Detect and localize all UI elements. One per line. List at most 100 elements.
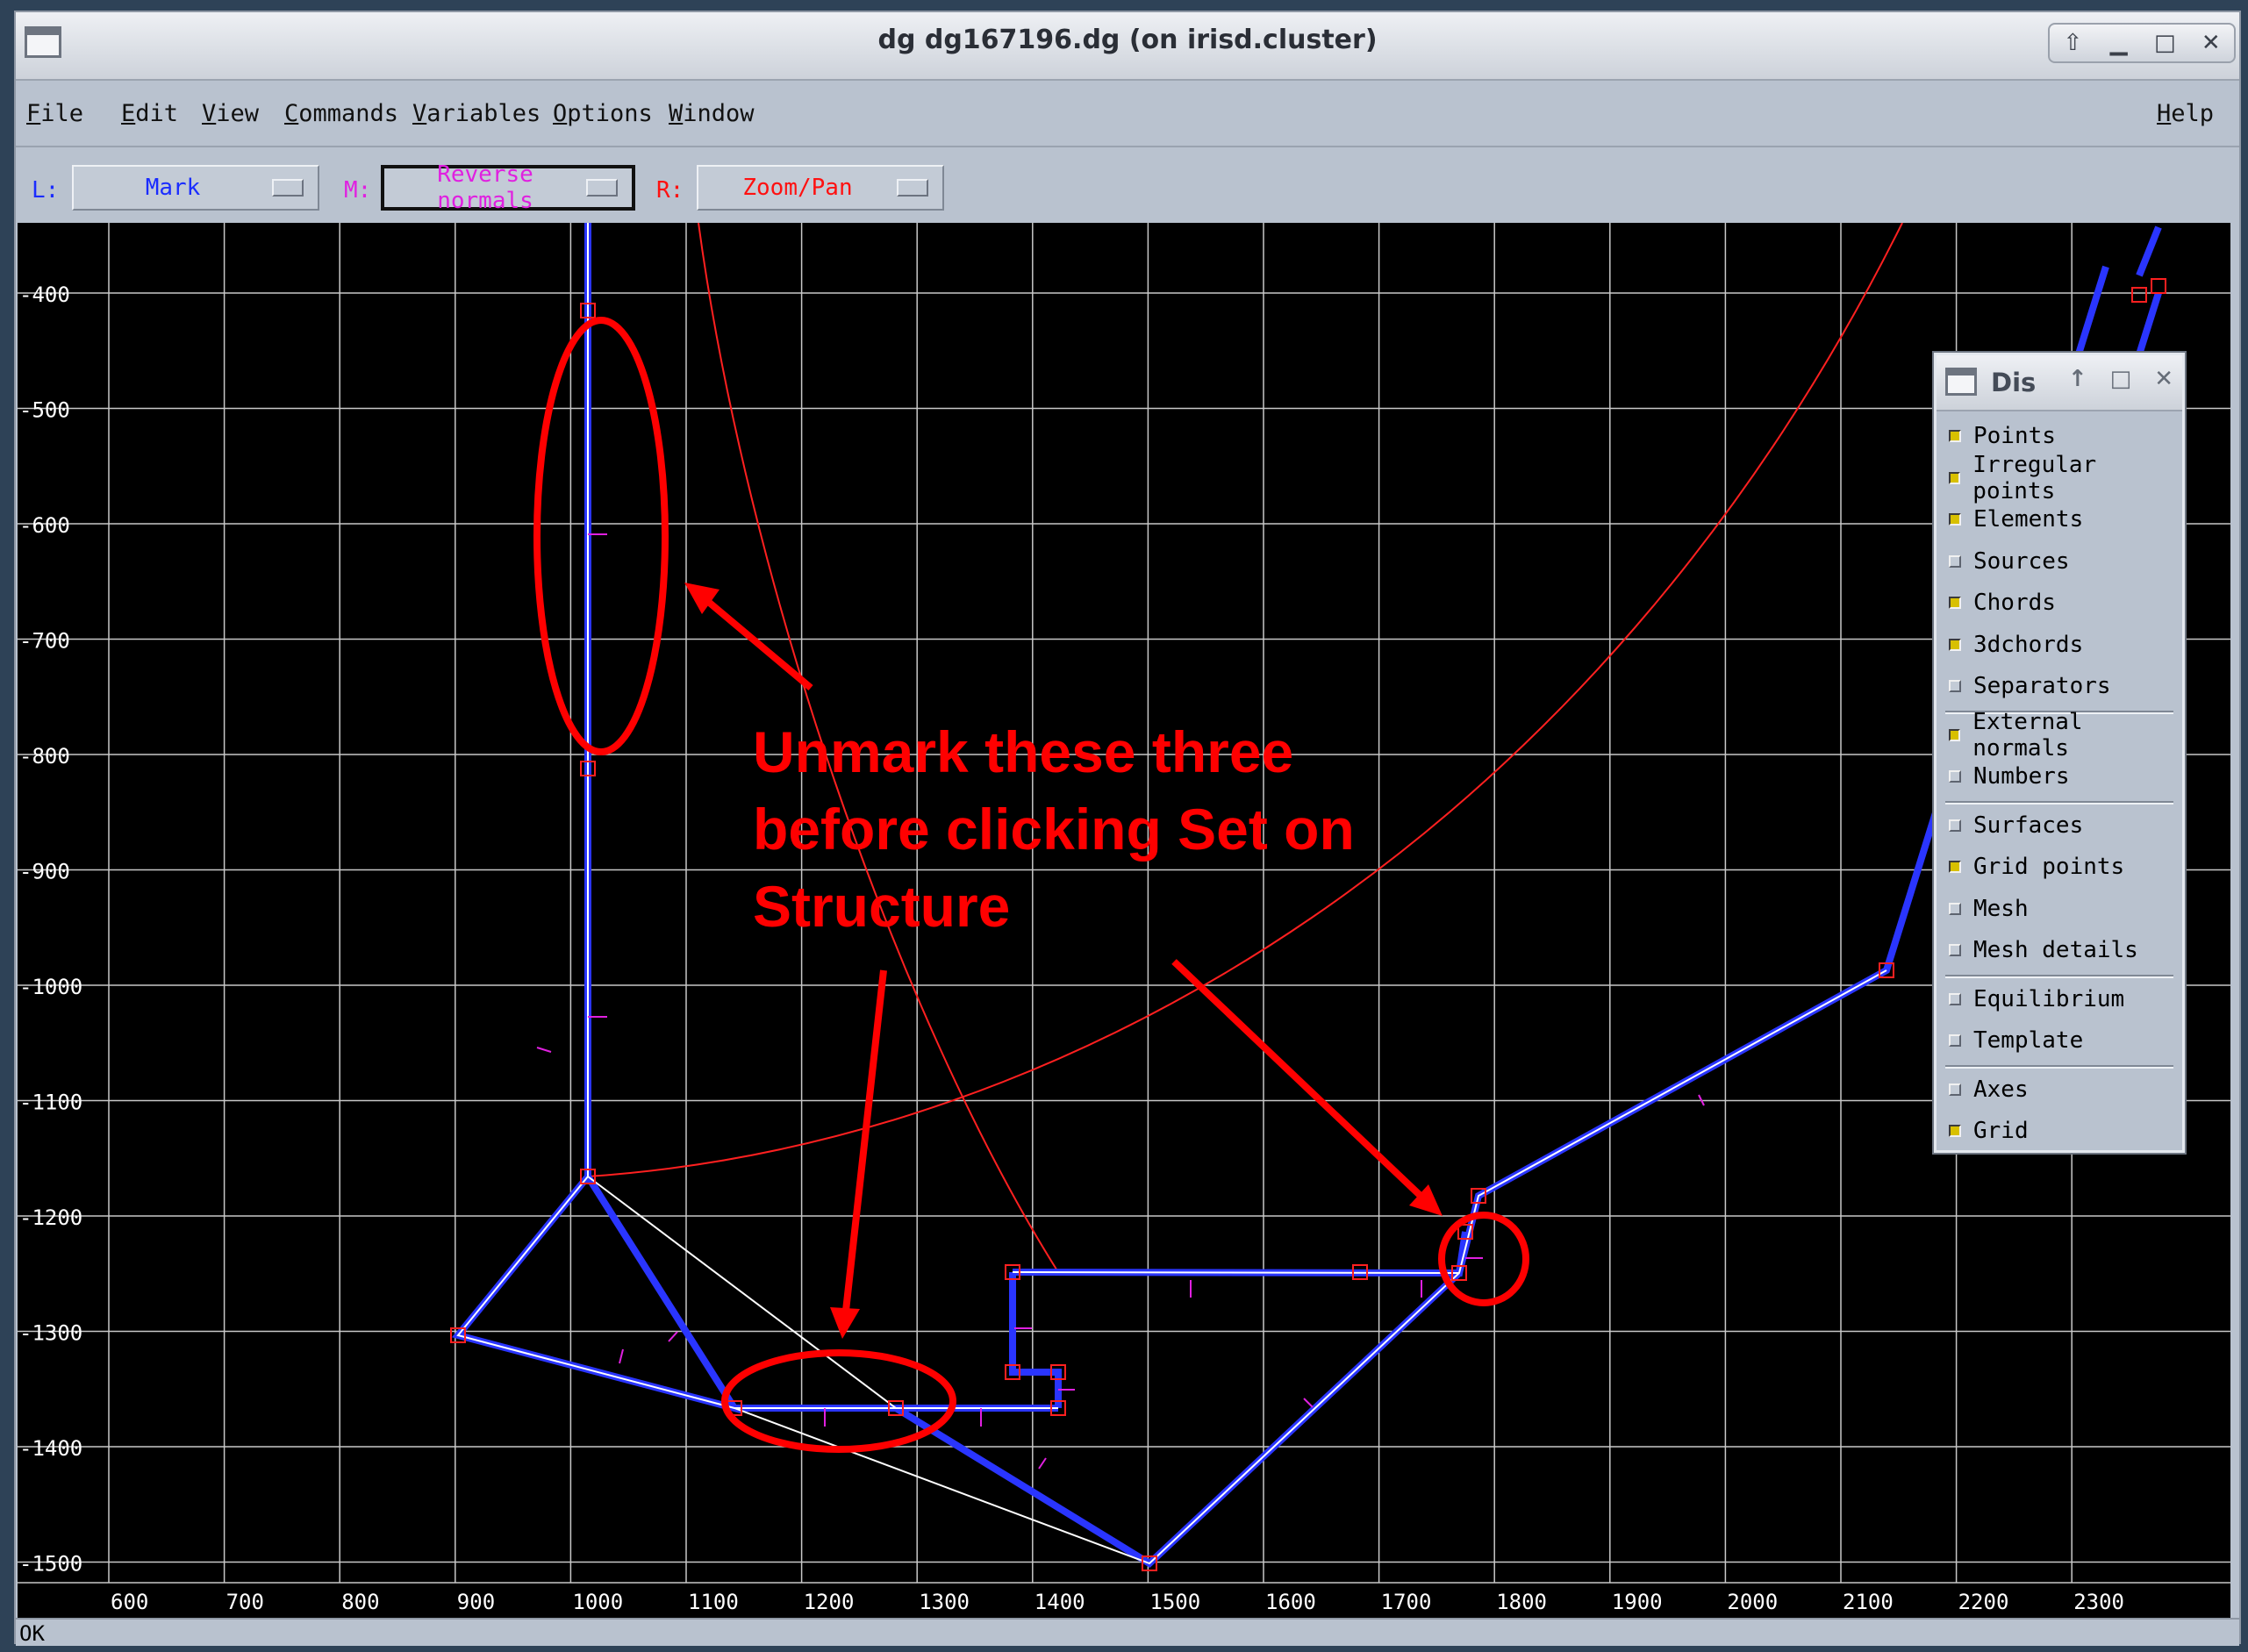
y-tick-label: -1400 xyxy=(19,1436,82,1461)
checkbox[interactable] xyxy=(1949,597,1961,609)
display-option[interactable]: Mesh details xyxy=(1949,931,2177,969)
plot-canvas[interactable]: -400 -500 -600 -700 -800 -900 -1000 -1100 -1200 -… xyxy=(18,223,2230,1625)
maximize-icon[interactable]: □ xyxy=(2110,366,2132,392)
display-option[interactable]: Chords xyxy=(1949,583,2177,622)
title-bar[interactable]: dg dg167196.dg (on irisd.cluster) ⇧ ▁ □ … xyxy=(16,12,2239,81)
display-option-label: Axes xyxy=(1973,1076,2029,1103)
menu-variables[interactable]: Variables xyxy=(412,100,541,127)
up-arrow-icon[interactable]: ↑ xyxy=(2068,366,2087,392)
left-button-mode-select[interactable]: Mark xyxy=(72,165,319,211)
checkbox[interactable] xyxy=(1949,1083,1961,1096)
x-tick-label: 900 xyxy=(457,1590,495,1614)
minimize-icon[interactable]: ▁ xyxy=(2101,30,2137,56)
close-icon[interactable]: ✕ xyxy=(2194,30,2229,56)
checkbox[interactable] xyxy=(1949,1034,1961,1047)
middle-button-mode-select[interactable]: Reverse normals xyxy=(381,161,635,214)
dropdown-icon xyxy=(897,179,928,197)
display-options-window: Dis ↑ □ ✕ Points Irregular points Elements… xyxy=(1934,353,2185,1153)
up-arrow-icon[interactable]: ⇧ xyxy=(2055,30,2090,56)
point-marker xyxy=(2151,278,2166,294)
menu-edit[interactable]: Edit xyxy=(121,100,178,127)
menu-window[interactable]: Window xyxy=(669,100,755,127)
annotation-arrow xyxy=(704,597,813,691)
display-option[interactable]: Template xyxy=(1949,1021,2177,1060)
status-text: OK xyxy=(19,1621,45,1646)
menu-file[interactable]: File xyxy=(26,100,83,127)
annotation-arrow xyxy=(842,969,887,1312)
display-option[interactable]: 3dchords xyxy=(1949,626,2177,664)
display-option[interactable]: Sources xyxy=(1949,542,2177,581)
y-tick-label: -900 xyxy=(19,860,70,884)
display-option[interactable]: Irregular points xyxy=(1949,452,2177,504)
display-option[interactable]: Grid points xyxy=(1949,847,2177,886)
checkbox[interactable] xyxy=(1949,471,1961,484)
dropdown-icon xyxy=(586,179,618,197)
middle-button-mode-value: Reverse normals xyxy=(437,161,533,214)
separator xyxy=(1945,974,2173,978)
display-option[interactable]: Surfaces xyxy=(1949,806,2177,845)
display-option-label: Elements xyxy=(1973,506,2084,533)
x-tick-label: 600 xyxy=(111,1590,148,1614)
display-title-bar[interactable]: Dis ↑ □ ✕ xyxy=(1937,355,2182,411)
display-option-label: Template xyxy=(1973,1027,2084,1054)
checkbox[interactable] xyxy=(1949,819,1961,832)
checkbox[interactable] xyxy=(1949,430,1961,442)
close-icon[interactable]: ✕ xyxy=(2154,366,2173,392)
y-tick-label: -1300 xyxy=(19,1321,82,1346)
y-axis-labels: -400 -500 -600 -700 -800 -900 -1000 -1100 -1200 -… xyxy=(19,282,82,1577)
checkbox[interactable] xyxy=(1949,554,1961,568)
display-options-list: Points Irregular points Elements Sources Cho… xyxy=(1945,413,2173,1144)
point-markers xyxy=(450,278,2166,1571)
checkbox[interactable] xyxy=(1949,861,1961,873)
x-tick-label: 1700 xyxy=(1381,1590,1432,1614)
display-option[interactable]: Points xyxy=(1949,417,2177,455)
maximize-icon[interactable]: □ xyxy=(2147,30,2182,56)
display-option-label: Equilibrium xyxy=(1973,985,2125,1012)
display-window-controls: ↑ □ ✕ xyxy=(2068,366,2173,392)
checkbox[interactable] xyxy=(1949,1125,1961,1137)
display-option[interactable]: Separators xyxy=(1949,667,2177,705)
menu-options[interactable]: Options xyxy=(553,100,653,127)
annotation-text-line1: Unmark these three xyxy=(753,719,1293,784)
display-option[interactable]: Grid xyxy=(1949,1112,2177,1150)
display-option[interactable]: Numbers xyxy=(1949,757,2177,796)
y-tick-label: -1200 xyxy=(19,1205,82,1230)
checkbox[interactable] xyxy=(1949,992,1961,1005)
status-bar: OK xyxy=(16,1618,2239,1646)
menu-commands[interactable]: Commands xyxy=(284,100,398,127)
display-option[interactable]: Axes xyxy=(1949,1070,2177,1109)
window-icon[interactable] xyxy=(1945,368,1977,396)
display-option-label: Grid xyxy=(1973,1118,2029,1144)
checkbox[interactable] xyxy=(1949,902,1961,915)
checkbox[interactable] xyxy=(1949,513,1961,526)
display-option-label: Numbers xyxy=(1973,763,2070,790)
mouse-mode-toolbar: L: Mark M: Reverse normals R: Zoom/Pan xyxy=(16,147,2239,230)
display-option-label: 3dchords xyxy=(1973,631,2084,658)
display-option[interactable]: Mesh xyxy=(1949,890,2177,928)
display-window-title: Dis xyxy=(1991,368,2037,397)
menu-help[interactable]: Help xyxy=(2157,100,2214,127)
x-tick-label: 2100 xyxy=(1843,1590,1894,1614)
display-option[interactable]: Equilibrium xyxy=(1949,980,2177,1019)
display-option-label: Irregular points xyxy=(1972,451,2097,504)
plot-svg[interactable]: -400 -500 -600 -700 -800 -900 -1000 -1100 -1200 -… xyxy=(18,223,2230,1625)
checkbox[interactable] xyxy=(1949,728,1961,741)
checkbox[interactable] xyxy=(1949,770,1961,783)
display-option-label: Mesh xyxy=(1973,895,2029,922)
checkbox[interactable] xyxy=(1949,638,1961,651)
window-controls: ⇧ ▁ □ ✕ xyxy=(2048,23,2236,63)
display-option-label: Chords xyxy=(1973,590,2056,616)
left-button-label: L: xyxy=(32,177,60,204)
checkbox[interactable] xyxy=(1949,944,1961,956)
main-window: dg dg167196.dg (on irisd.cluster) ⇧ ▁ □ … xyxy=(14,11,2241,1646)
external-normals xyxy=(536,533,1705,1470)
display-option[interactable]: Elements xyxy=(1949,500,2177,539)
annotation-text-line3: Structure xyxy=(753,874,1010,939)
display-option[interactable]: External normals xyxy=(1949,709,2177,762)
right-button-mode-select[interactable]: Zoom/Pan xyxy=(697,165,944,211)
checkbox[interactable] xyxy=(1949,680,1961,692)
x-tick-label: 700 xyxy=(226,1590,264,1614)
menu-view[interactable]: View xyxy=(202,100,259,127)
x-tick-label: 1500 xyxy=(1149,1590,1200,1614)
window-title: dg dg167196.dg (on irisd.cluster) xyxy=(877,25,1378,55)
